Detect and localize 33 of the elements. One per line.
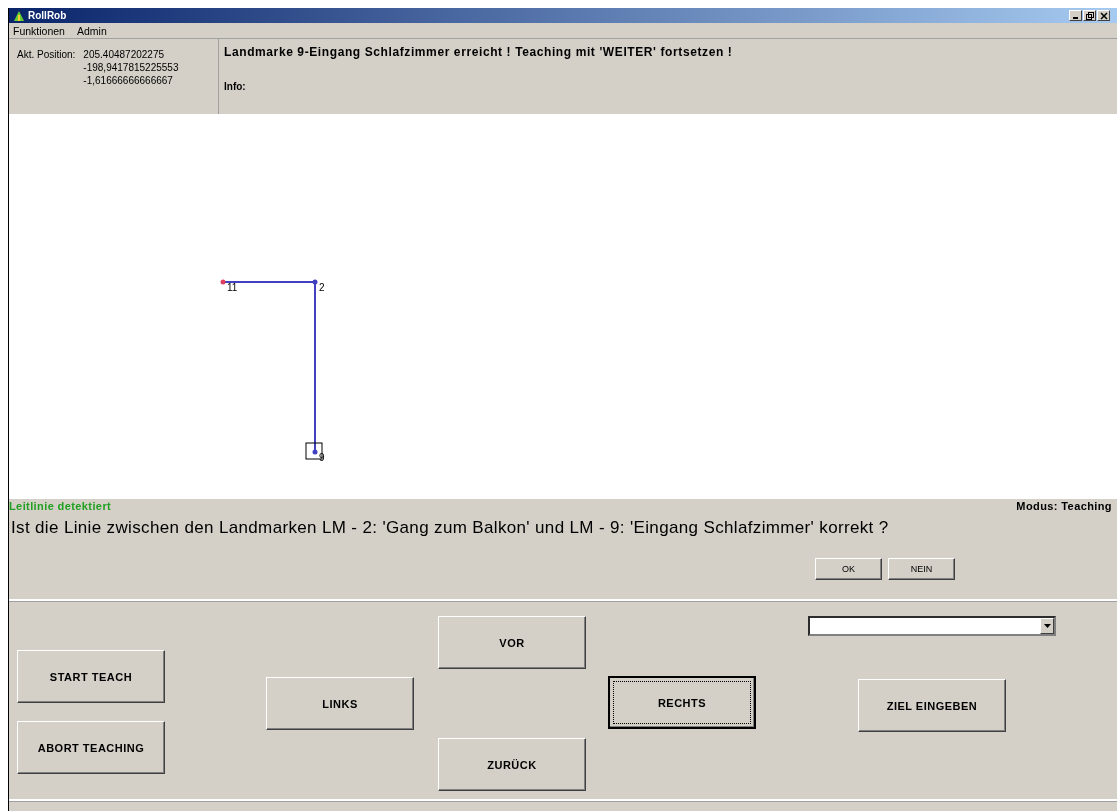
window-title: RollRob — [28, 10, 67, 21]
close-icon — [1099, 11, 1108, 20]
control-button[interactable]: VOR — [438, 616, 586, 669]
position-value: 205.40487202275 — [83, 49, 165, 60]
landmark-label: 9 — [319, 452, 325, 463]
control-button[interactable]: ZIEL EINGEBEN — [858, 679, 1006, 732]
detection-status: Leitlinie detektiert — [9, 499, 112, 512]
restore-icon — [1085, 11, 1094, 20]
control-button[interactable]: ZURÜCK — [438, 738, 586, 791]
position-value: -198,9417815225553 — [83, 62, 179, 73]
answer-button[interactable]: OK — [815, 558, 882, 580]
restore-button[interactable] — [1083, 10, 1096, 21]
minimize-icon — [1073, 16, 1078, 19]
robot-marker — [305, 442, 323, 460]
mode-status: Modus: Teaching — [1016, 499, 1112, 512]
landmark-label: 11 — [227, 282, 238, 293]
question-text: Ist die Linie zwischen den Landmarken LM - 2: 'Gang zum Balkon' und LM - 9: 'Eingang Schlafzimmer' korrekt ? — [10, 517, 890, 538]
control-button[interactable]: ABORT TEACHING — [17, 721, 165, 774]
target-dropdown[interactable] — [808, 616, 1056, 636]
menu-item[interactable]: Admin — [76, 24, 107, 37]
control-button[interactable]: RECHTS — [608, 676, 756, 729]
landmark-label: 2 — [319, 282, 325, 293]
info-label: Info: — [224, 81, 247, 92]
control-button[interactable]: LINKS — [266, 677, 414, 730]
close-button[interactable] — [1097, 10, 1110, 21]
position-label: Akt. Position: — [17, 49, 76, 62]
status-message: Landmarke 9-Eingang Schlafzimmer erreicht ! Teaching mit 'WEITER' fortsetzen ! — [224, 45, 733, 59]
app-icon — [13, 9, 25, 22]
control-button[interactable]: START TEACH — [17, 650, 165, 703]
minimize-button[interactable] — [1069, 10, 1082, 21]
menu-item[interactable]: Funktionen — [13, 24, 65, 37]
answer-button[interactable]: NEIN — [888, 558, 955, 580]
position-value: -1,61666666666667 — [83, 75, 174, 86]
